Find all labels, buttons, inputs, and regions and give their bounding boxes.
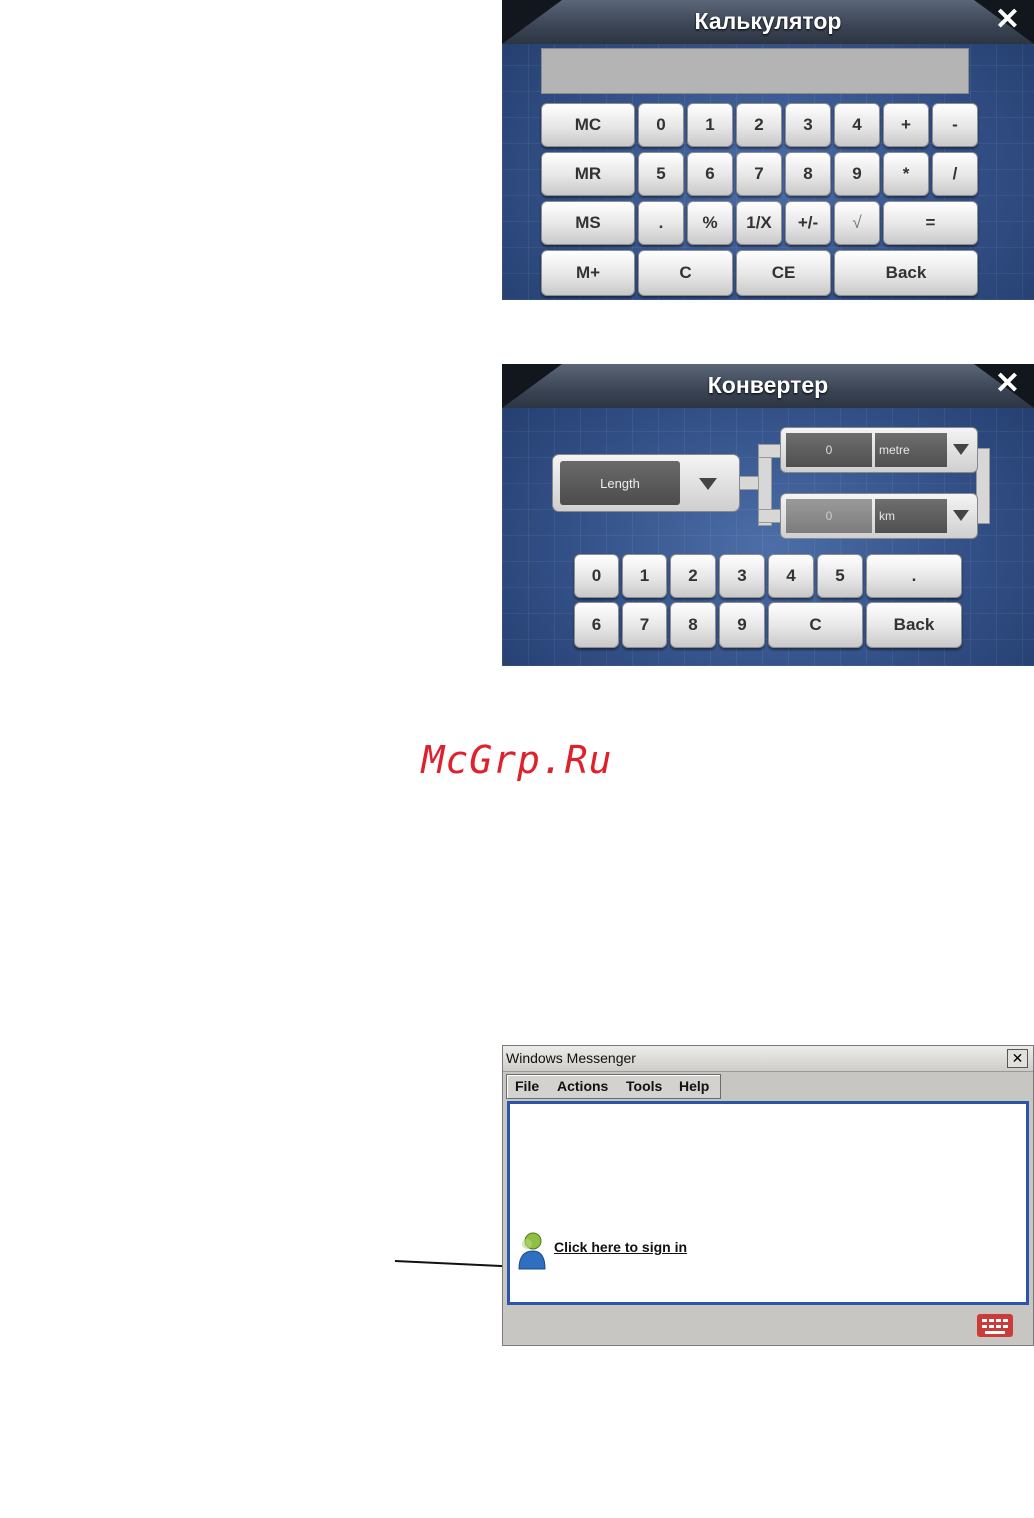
chevron-down-icon[interactable]: [953, 444, 969, 455]
digit-1-button[interactable]: 1: [622, 554, 667, 598]
sign-in-link[interactable]: Click here to sign in: [554, 1239, 687, 1255]
from-unit-dropdown[interactable]: metre: [875, 433, 947, 467]
digit-9-button[interactable]: 9: [719, 602, 765, 648]
converter-title: Конвертер: [707, 372, 829, 398]
category-value: Length: [560, 461, 680, 505]
digit-5-button[interactable]: 5: [638, 152, 684, 196]
messenger-content: Click here to sign in: [507, 1101, 1029, 1305]
close-icon[interactable]: ✕: [1007, 1049, 1028, 1068]
menu-actions[interactable]: Actions: [557, 1078, 608, 1094]
chevron-down-icon[interactable]: [953, 510, 969, 521]
calculator-title: Калькулятор: [694, 8, 842, 34]
mc-button[interactable]: MC: [541, 103, 635, 147]
minus-button[interactable]: -: [932, 103, 978, 147]
multiply-button[interactable]: *: [883, 152, 929, 196]
digit-7-button[interactable]: 7: [622, 602, 667, 648]
chevron-down-icon[interactable]: [699, 478, 717, 490]
digit-5-button[interactable]: 5: [817, 554, 863, 598]
back-button[interactable]: Back: [834, 250, 978, 296]
decimal-button[interactable]: .: [638, 201, 684, 245]
digit-6-button[interactable]: 6: [574, 602, 619, 648]
menu-tools[interactable]: Tools: [626, 1078, 662, 1094]
menu-help[interactable]: Help: [679, 1078, 709, 1094]
clear-entry-button[interactable]: CE: [736, 250, 831, 296]
digit-3-button[interactable]: 3: [719, 554, 765, 598]
divide-button[interactable]: /: [932, 152, 978, 196]
close-icon[interactable]: ✕: [995, 5, 1020, 35]
watermark-text: McGrp.Ru: [421, 738, 613, 782]
digit-1-button[interactable]: 1: [687, 103, 733, 147]
digit-7-button[interactable]: 7: [736, 152, 782, 196]
messenger-menubar: File Actions Tools Help: [506, 1074, 721, 1099]
connector-right-vertical: [976, 448, 990, 524]
from-value-field[interactable]: 0: [786, 433, 872, 467]
digit-2-button[interactable]: 2: [670, 554, 716, 598]
digit-0-button[interactable]: 0: [638, 103, 684, 147]
m-plus-button[interactable]: M+: [541, 250, 635, 296]
converter-window: Конвертер ✕ Length 0 metre 0 km 0 1 2 3 …: [502, 364, 1034, 666]
converter-titlebar: Конвертер ✕: [502, 364, 1034, 408]
messenger-titlebar: Windows Messenger ✕: [503, 1046, 1033, 1072]
digit-0-button[interactable]: 0: [574, 554, 619, 598]
category-dropdown[interactable]: Length: [552, 454, 740, 512]
back-button[interactable]: Back: [866, 602, 962, 648]
percent-button[interactable]: %: [687, 201, 733, 245]
close-icon[interactable]: ✕: [995, 369, 1020, 399]
sqrt-button[interactable]: √: [834, 201, 880, 245]
digit-8-button[interactable]: 8: [785, 152, 831, 196]
digit-8-button[interactable]: 8: [670, 602, 716, 648]
keyboard-icon[interactable]: [977, 1314, 1013, 1337]
digit-4-button[interactable]: 4: [768, 554, 814, 598]
connector-horizontal: [738, 476, 760, 490]
menu-file[interactable]: File: [515, 1078, 539, 1094]
equals-button[interactable]: =: [883, 201, 978, 245]
digit-3-button[interactable]: 3: [785, 103, 831, 147]
user-icon: [518, 1232, 546, 1270]
calculator-titlebar: Калькулятор ✕: [502, 0, 1034, 44]
clear-button[interactable]: C: [638, 250, 733, 296]
to-unit-row: 0 km: [780, 493, 978, 539]
calculator-window: Калькулятор ✕ MC 0 1 2 3 4 + - MR 5 6 7 …: [502, 0, 1034, 300]
to-value-field: 0: [786, 499, 872, 533]
digit-6-button[interactable]: 6: [687, 152, 733, 196]
messenger-window: Windows Messenger ✕ File Actions Tools H…: [502, 1045, 1034, 1346]
decimal-button[interactable]: .: [866, 554, 962, 598]
mr-button[interactable]: MR: [541, 152, 635, 196]
calculator-display: [541, 48, 969, 94]
from-unit-row: 0 metre: [780, 427, 978, 473]
digit-9-button[interactable]: 9: [834, 152, 880, 196]
messenger-title: Windows Messenger: [506, 1050, 636, 1066]
ms-button[interactable]: MS: [541, 201, 635, 245]
digit-4-button[interactable]: 4: [834, 103, 880, 147]
reciprocal-button[interactable]: 1/X: [736, 201, 782, 245]
digit-2-button[interactable]: 2: [736, 103, 782, 147]
sign-toggle-button[interactable]: +/-: [785, 201, 831, 245]
clear-button[interactable]: C: [768, 602, 863, 648]
plus-button[interactable]: +: [883, 103, 929, 147]
to-unit-dropdown[interactable]: km: [875, 499, 947, 533]
